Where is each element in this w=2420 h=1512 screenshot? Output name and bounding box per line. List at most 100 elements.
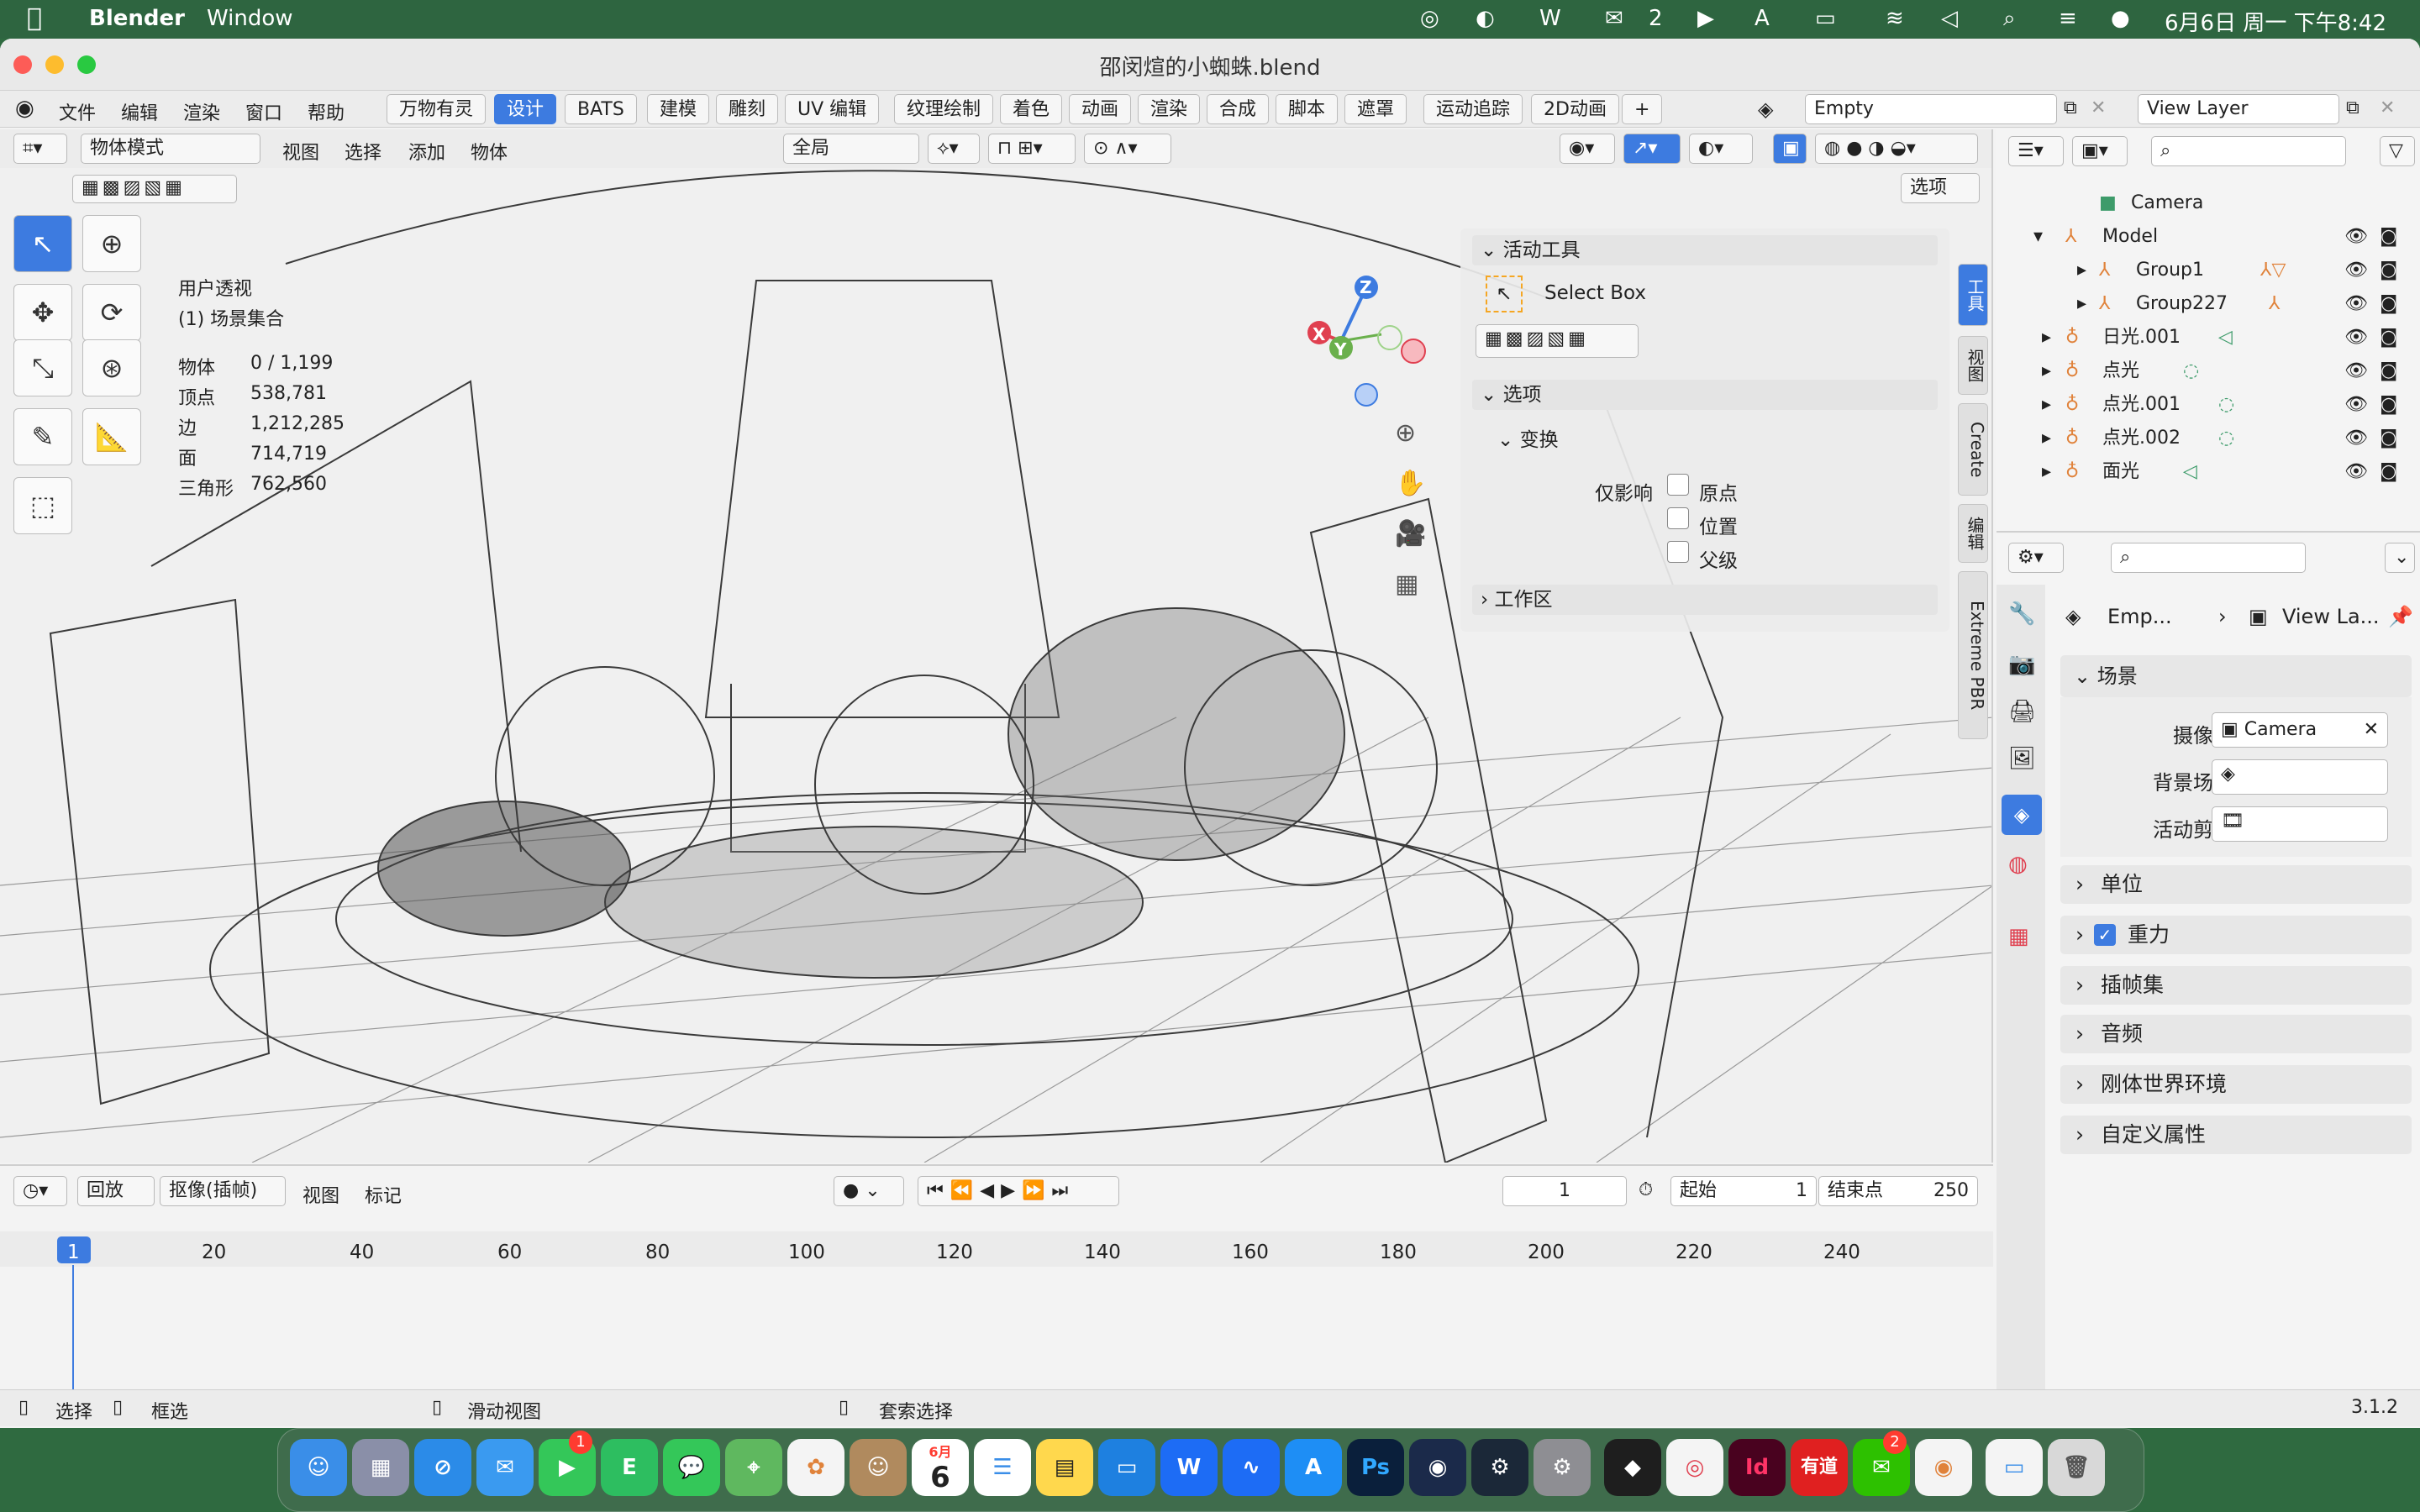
menu-file[interactable]: 文件 bbox=[59, 98, 96, 125]
units-panel-header[interactable]: › 单位 bbox=[2060, 865, 2412, 904]
workspace-tab[interactable]: 雕刻 bbox=[716, 94, 779, 124]
visibility-icon[interactable]: ◉▾ bbox=[1560, 134, 1615, 164]
contacts-icon[interactable]: ☺ bbox=[850, 1439, 907, 1496]
keying-menu[interactable]: 抠像(插帧) bbox=[160, 1176, 286, 1206]
finder-icon[interactable]: ☺ bbox=[290, 1439, 347, 1496]
pivot-icon[interactable]: ⟡▾ bbox=[928, 134, 980, 164]
launchpad-icon[interactable]: ▦ bbox=[352, 1439, 409, 1496]
control-center-icon[interactable]: ≡ bbox=[2059, 6, 2077, 31]
breadcrumb-scene[interactable]: Emp... bbox=[2107, 605, 2172, 628]
search-icon[interactable]: ⌕ bbox=[2003, 6, 2016, 32]
workspace-tab[interactable]: 渲染 bbox=[1138, 94, 1201, 124]
tab-tool[interactable]: 工具 bbox=[1958, 264, 1988, 326]
safari-icon[interactable]: ⊘ bbox=[414, 1439, 471, 1496]
transform-header[interactable]: ⌄ 变换 bbox=[1497, 423, 1559, 452]
start-frame-field[interactable]: 起始 1 bbox=[1670, 1176, 1817, 1206]
workspace-header[interactable]: › 工作区 bbox=[1472, 585, 1938, 615]
properties-search-input[interactable]: ⌕ bbox=[2111, 543, 2306, 573]
audio-panel-header[interactable]: › 音频 bbox=[2060, 1015, 2412, 1053]
eye-icon[interactable]: 👁 bbox=[2344, 388, 2368, 422]
scene-selector[interactable]: Empty bbox=[1805, 94, 2057, 124]
overlays-icon[interactable]: ◐▾ bbox=[1689, 134, 1753, 164]
annotate-tool-icon[interactable]: ✎ bbox=[13, 408, 72, 465]
battery-icon[interactable]: ▭ bbox=[1815, 6, 1836, 31]
workspace-tab[interactable]: 动画 bbox=[1069, 94, 1132, 124]
cursor-tool-icon[interactable]: ⊕ bbox=[82, 215, 141, 272]
photos-icon[interactable]: ✿ bbox=[787, 1439, 844, 1496]
workspace-tab[interactable]: 建模 bbox=[647, 94, 710, 124]
ortho-toggle-icon[interactable]: ▦ bbox=[1395, 570, 1418, 599]
location-checkbox[interactable] bbox=[1667, 507, 1689, 529]
workspace-tab[interactable]: 脚本 bbox=[1276, 94, 1339, 124]
eye-icon[interactable]: 👁 bbox=[2344, 455, 2368, 489]
wifi-icon[interactable]: ≋ bbox=[1886, 6, 1904, 31]
delete-scene-icon[interactable]: ✕ bbox=[2091, 97, 2106, 118]
expand-arrow-icon[interactable]: ▸ bbox=[2077, 287, 2086, 321]
workspace-tab[interactable]: 2D动画 bbox=[1531, 94, 1619, 124]
volume-icon[interactable]: ◁ bbox=[1941, 6, 1958, 31]
photoshop-icon[interactable]: Ps bbox=[1347, 1439, 1404, 1496]
keying-sets-panel-header[interactable]: › 插帧集 bbox=[2060, 966, 2412, 1005]
active-clip-field[interactable]: 🎞 bbox=[2212, 806, 2388, 842]
menu-render[interactable]: 渲染 bbox=[183, 98, 220, 125]
collapse-arrow-icon[interactable]: ▾ bbox=[2033, 220, 2043, 254]
menu-window[interactable]: Window bbox=[207, 6, 293, 31]
rotate-tool-icon[interactable]: ⟳ bbox=[82, 284, 141, 341]
tab-extreme-pbr[interactable]: Extreme PBR bbox=[1958, 571, 1988, 739]
blender-dock-icon[interactable]: ◉ bbox=[1915, 1439, 1972, 1496]
tab-edit[interactable]: 编辑 bbox=[1958, 504, 1988, 563]
eye-icon[interactable]: 👁 bbox=[2344, 254, 2368, 287]
tool-tab-icon[interactable]: 🔧 bbox=[2008, 601, 2035, 627]
orientation-selector[interactable]: 全局 bbox=[783, 134, 919, 164]
add-cube-tool-icon[interactable]: ⬚ bbox=[13, 477, 72, 534]
evernote-icon[interactable]: E bbox=[601, 1439, 658, 1496]
tab-create[interactable]: Create bbox=[1958, 403, 1988, 496]
wps-dock-icon[interactable]: W bbox=[1160, 1439, 1218, 1496]
zoom-view-icon[interactable]: ⊕ bbox=[1395, 418, 1416, 448]
timeline-view-menu[interactable]: 视图 bbox=[302, 1181, 339, 1208]
custom-properties-panel-header[interactable]: › 自定义属性 bbox=[2060, 1116, 2412, 1154]
xray-icon[interactable]: ▣ bbox=[1773, 134, 1807, 164]
output-tab-icon[interactable]: 🖨 bbox=[2008, 699, 2036, 724]
active-tool-header[interactable]: ⌄ 活动工具 bbox=[1472, 235, 1938, 265]
render-camera-icon[interactable]: ◙ bbox=[2380, 220, 2397, 254]
eye-icon[interactable]: 👁 bbox=[2344, 220, 2368, 254]
breadcrumb-view-layer[interactable]: View La... bbox=[2282, 605, 2380, 628]
clear-camera-icon[interactable]: ✕ bbox=[2364, 713, 2379, 747]
mode-selector[interactable]: 物体模式 bbox=[81, 134, 260, 164]
wps-icon[interactable]: W bbox=[1539, 6, 1561, 31]
tab-view[interactable]: 视图 bbox=[1958, 336, 1988, 395]
outliner-row[interactable]: ▸ ⅄ Group1 ⅄▽ 👁 ◙ bbox=[1996, 254, 2420, 287]
gravity-panel-header[interactable]: › ✓ 重力 bbox=[2060, 916, 2412, 954]
duplicate-scene-icon[interactable]: ⧉ bbox=[2064, 97, 2077, 118]
steam-icon[interactable]: ⚙ bbox=[1471, 1439, 1528, 1496]
outliner-row[interactable]: ▸ ♁ 日光.001 ◁ 👁 ◙ bbox=[1996, 321, 2420, 354]
scene-tab-icon[interactable]: ◈ bbox=[2002, 795, 2042, 835]
selection-mode-buttons[interactable]: ▦▩▨▧▦ bbox=[1476, 324, 1639, 358]
workspace-tab[interactable]: 着色 bbox=[1000, 94, 1063, 124]
workspace-tab[interactable]: 运动追踪 bbox=[1423, 94, 1523, 124]
move-tool-icon[interactable]: ✥ bbox=[13, 284, 72, 341]
menu-view[interactable]: 视图 bbox=[282, 138, 319, 165]
calendar-icon[interactable]: 6月 6 bbox=[912, 1439, 969, 1496]
expand-arrow-icon[interactable]: ▸ bbox=[2042, 422, 2051, 455]
workspace-tab[interactable]: 万物有灵 bbox=[387, 94, 487, 124]
auto-keying-icon[interactable]: ● ⌄ bbox=[834, 1176, 904, 1206]
duplicate-view-layer-icon[interactable]: ⧉ bbox=[2346, 97, 2360, 118]
system-settings-icon[interactable]: ⚙ bbox=[1534, 1439, 1591, 1496]
current-frame-field[interactable]: 1 bbox=[1502, 1176, 1627, 1206]
filter-icon[interactable]: ▽ bbox=[2380, 136, 2415, 166]
render-camera-icon[interactable]: ◙ bbox=[2380, 254, 2397, 287]
stopwatch-icon[interactable]: ⏱ bbox=[1639, 1179, 1653, 1200]
3d-viewport[interactable]: ⌗▾ 物体模式 视图 选择 添加 物体 全局 ⟡▾ ⊓ ⊞▾ ⊙ ∧▾ ◉▾ ↗… bbox=[0, 129, 1993, 1163]
keynote-icon[interactable]: ▭ bbox=[1098, 1439, 1155, 1496]
menu-add[interactable]: 添加 bbox=[408, 138, 445, 165]
selection-mode-icons[interactable]: ▦▩▨▧▦ bbox=[72, 175, 237, 203]
freeform-icon[interactable]: ∿ bbox=[1223, 1439, 1280, 1496]
delete-view-layer-icon[interactable]: ✕ bbox=[2380, 97, 2395, 118]
camera-field[interactable]: ▣ Camera ✕ bbox=[2212, 712, 2388, 748]
timeline-marker-menu[interactable]: 标记 bbox=[365, 1181, 402, 1208]
shading-modes-icon[interactable]: ◍ ● ◑ ◒▾ bbox=[1815, 134, 1978, 164]
wechat-icon[interactable]: ✉ bbox=[1605, 6, 1623, 31]
snap-icon[interactable]: ⊓ ⊞▾ bbox=[988, 134, 1076, 164]
